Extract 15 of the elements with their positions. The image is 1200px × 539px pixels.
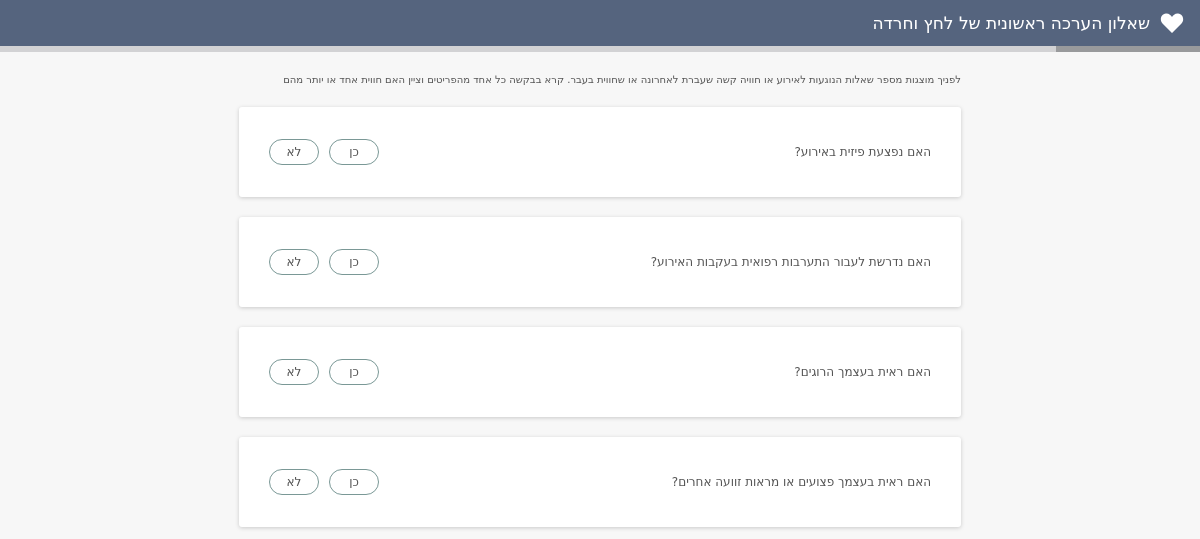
question-text: האם ראית בעצמך פצועים או מראות זוועה אחרים?: [671, 475, 931, 489]
question-text: האם נדרשת לעבור התערבות רפואית בעקבות האירוע?: [650, 255, 931, 269]
answer-button[interactable]: כן: [329, 249, 379, 275]
page-title: שאלון הערכה ראשונית של לחץ וחרדה: [872, 13, 1150, 33]
intro-text: לפניך מוצגות מספר שאלות הנוגעות לאירוע או חוויה קשה שעברת לאחרונה או שחווית בעבר. קרא בבקשה כל אחד מהפריטים וציין האם חווית אחד או יותר מהם: [282, 73, 961, 87]
answer-button[interactable]: לא: [269, 139, 319, 165]
question-text: האם נפצעת פיזית באירוע?: [794, 145, 931, 159]
heart-icon: [1160, 12, 1184, 34]
question-text: האם ראית בעצמך הרוגים?: [794, 365, 931, 379]
answer-button[interactable]: לא: [269, 249, 319, 275]
answer-button[interactable]: כן: [329, 469, 379, 495]
answer-button[interactable]: כן: [329, 139, 379, 165]
answer-button[interactable]: כן: [329, 359, 379, 385]
answer-button[interactable]: לא: [269, 469, 319, 495]
answer-button[interactable]: לא: [269, 359, 319, 385]
